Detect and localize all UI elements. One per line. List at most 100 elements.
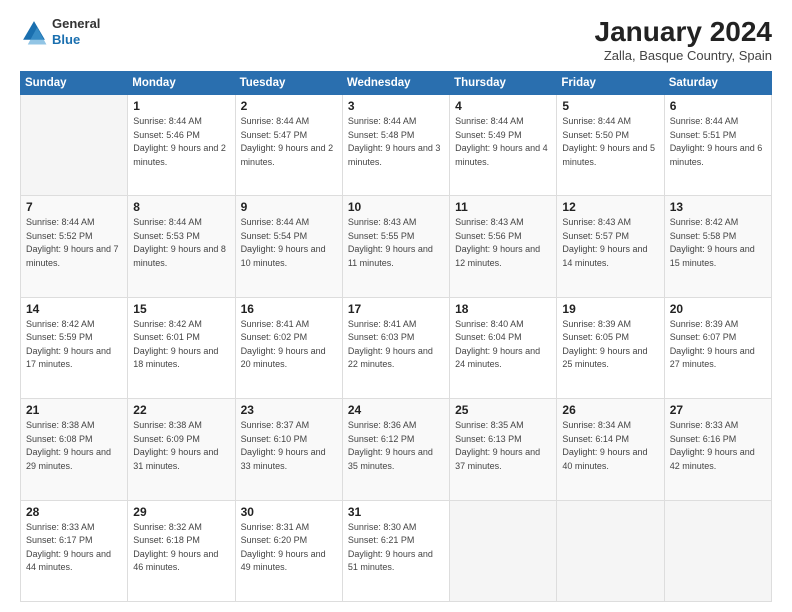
calendar-cell (450, 500, 557, 601)
day-number: 30 (241, 505, 337, 519)
day-number: 14 (26, 302, 122, 316)
day-detail: Sunrise: 8:41 AMSunset: 6:03 PMDaylight:… (348, 318, 444, 372)
day-number: 23 (241, 403, 337, 417)
day-detail: Sunrise: 8:36 AMSunset: 6:12 PMDaylight:… (348, 419, 444, 473)
day-number: 6 (670, 99, 766, 113)
calendar-cell: 14 Sunrise: 8:42 AMSunset: 5:59 PMDayligh… (21, 297, 128, 398)
calendar-header-cell: Friday (557, 72, 664, 95)
calendar-cell: 19 Sunrise: 8:39 AMSunset: 6:05 PMDayligh… (557, 297, 664, 398)
calendar-cell: 3 Sunrise: 8:44 AMSunset: 5:48 PMDaylight… (342, 95, 449, 196)
calendar-cell: 13Sunrise: 8:42 AMSunset: 5:58 PMDayligh… (664, 196, 771, 297)
calendar-cell: 24 Sunrise: 8:36 AMSunset: 6:12 PMDayligh… (342, 399, 449, 500)
day-detail: Sunrise: 8:42 AMSunset: 5:58 PMDaylight:… (670, 216, 766, 270)
logo-blue: Blue (52, 32, 100, 48)
day-detail: Sunrise: 8:39 AMSunset: 6:05 PMDaylight:… (562, 318, 658, 372)
calendar-cell: 17Sunrise: 8:41 AMSunset: 6:03 PMDayligh… (342, 297, 449, 398)
day-number: 5 (562, 99, 658, 113)
calendar-week-row: 28Sunrise: 8:33 AMSunset: 6:17 PMDayligh… (21, 500, 772, 601)
day-detail: Sunrise: 8:38 AMSunset: 6:09 PMDaylight:… (133, 419, 229, 473)
calendar-body: 1 Sunrise: 8:44 AMSunset: 5:46 PMDaylight… (21, 95, 772, 602)
calendar-cell: 1 Sunrise: 8:44 AMSunset: 5:46 PMDaylight… (128, 95, 235, 196)
day-number: 18 (455, 302, 551, 316)
calendar-cell: 10Sunrise: 8:43 AMSunset: 5:55 PMDayligh… (342, 196, 449, 297)
day-number: 8 (133, 200, 229, 214)
calendar-cell: 22 Sunrise: 8:38 AMSunset: 6:09 PMDayligh… (128, 399, 235, 500)
calendar-cell: 6 Sunrise: 8:44 AMSunset: 5:51 PMDaylight… (664, 95, 771, 196)
day-number: 29 (133, 505, 229, 519)
day-number: 4 (455, 99, 551, 113)
day-detail: Sunrise: 8:41 AMSunset: 6:02 PMDaylight:… (241, 318, 337, 372)
calendar-cell: 25 Sunrise: 8:35 AMSunset: 6:13 PMDayligh… (450, 399, 557, 500)
calendar-cell: 29Sunrise: 8:32 AMSunset: 6:18 PMDayligh… (128, 500, 235, 601)
day-detail: Sunrise: 8:34 AMSunset: 6:14 PMDaylight:… (562, 419, 658, 473)
calendar-cell: 4 Sunrise: 8:44 AMSunset: 5:49 PMDaylight… (450, 95, 557, 196)
day-detail: Sunrise: 8:44 AMSunset: 5:51 PMDaylight:… (670, 115, 766, 169)
day-detail: Sunrise: 8:43 AMSunset: 5:57 PMDaylight:… (562, 216, 658, 270)
calendar-header-row: SundayMondayTuesdayWednesdayThursdayFrid… (21, 72, 772, 95)
day-detail: Sunrise: 8:44 AMSunset: 5:52 PMDaylight:… (26, 216, 122, 270)
day-number: 22 (133, 403, 229, 417)
day-detail: Sunrise: 8:44 AMSunset: 5:49 PMDaylight:… (455, 115, 551, 169)
day-detail: Sunrise: 8:42 AMSunset: 5:59 PMDaylight:… (26, 318, 122, 372)
day-number: 2 (241, 99, 337, 113)
calendar-cell: 18 Sunrise: 8:40 AMSunset: 6:04 PMDayligh… (450, 297, 557, 398)
subtitle: Zalla, Basque Country, Spain (595, 48, 772, 63)
calendar-cell: 26 Sunrise: 8:34 AMSunset: 6:14 PMDayligh… (557, 399, 664, 500)
calendar-table: SundayMondayTuesdayWednesdayThursdayFrid… (20, 71, 772, 602)
calendar-header-cell: Sunday (21, 72, 128, 95)
logo-icon (20, 18, 48, 46)
day-number: 31 (348, 505, 444, 519)
calendar-cell: 20 Sunrise: 8:39 AMSunset: 6:07 PMDayligh… (664, 297, 771, 398)
day-number: 1 (133, 99, 229, 113)
main-title: January 2024 (595, 16, 772, 48)
day-number: 7 (26, 200, 122, 214)
calendar-cell: 12 Sunrise: 8:43 AMSunset: 5:57 PMDayligh… (557, 196, 664, 297)
day-detail: Sunrise: 8:31 AMSunset: 6:20 PMDaylight:… (241, 521, 337, 575)
day-number: 24 (348, 403, 444, 417)
day-detail: Sunrise: 8:39 AMSunset: 6:07 PMDaylight:… (670, 318, 766, 372)
calendar-week-row: 21Sunrise: 8:38 AMSunset: 6:08 PMDayligh… (21, 399, 772, 500)
calendar-cell: 23 Sunrise: 8:37 AMSunset: 6:10 PMDayligh… (235, 399, 342, 500)
calendar-header-cell: Saturday (664, 72, 771, 95)
calendar-cell: 7 Sunrise: 8:44 AMSunset: 5:52 PMDaylight… (21, 196, 128, 297)
calendar-week-row: 7 Sunrise: 8:44 AMSunset: 5:52 PMDaylight… (21, 196, 772, 297)
day-detail: Sunrise: 8:44 AMSunset: 5:47 PMDaylight:… (241, 115, 337, 169)
calendar-week-row: 14 Sunrise: 8:42 AMSunset: 5:59 PMDayligh… (21, 297, 772, 398)
day-detail: Sunrise: 8:42 AMSunset: 6:01 PMDaylight:… (133, 318, 229, 372)
calendar-header-cell: Wednesday (342, 72, 449, 95)
calendar-header-cell: Thursday (450, 72, 557, 95)
calendar-cell: 8Sunrise: 8:44 AMSunset: 5:53 PMDaylight… (128, 196, 235, 297)
day-detail: Sunrise: 8:37 AMSunset: 6:10 PMDaylight:… (241, 419, 337, 473)
day-number: 12 (562, 200, 658, 214)
day-number: 20 (670, 302, 766, 316)
calendar-cell: 31 Sunrise: 8:30 AMSunset: 6:21 PMDayligh… (342, 500, 449, 601)
day-number: 25 (455, 403, 551, 417)
day-detail: Sunrise: 8:44 AMSunset: 5:46 PMDaylight:… (133, 115, 229, 169)
calendar-cell: 9 Sunrise: 8:44 AMSunset: 5:54 PMDaylight… (235, 196, 342, 297)
day-detail: Sunrise: 8:35 AMSunset: 6:13 PMDaylight:… (455, 419, 551, 473)
day-detail: Sunrise: 8:30 AMSunset: 6:21 PMDaylight:… (348, 521, 444, 575)
day-number: 11 (455, 200, 551, 214)
day-number: 3 (348, 99, 444, 113)
calendar-header-cell: Monday (128, 72, 235, 95)
calendar-week-row: 1 Sunrise: 8:44 AMSunset: 5:46 PMDaylight… (21, 95, 772, 196)
logo-text: General Blue (52, 16, 100, 47)
calendar-cell (557, 500, 664, 601)
day-detail: Sunrise: 8:40 AMSunset: 6:04 PMDaylight:… (455, 318, 551, 372)
day-detail: Sunrise: 8:33 AMSunset: 6:16 PMDaylight:… (670, 419, 766, 473)
day-detail: Sunrise: 8:33 AMSunset: 6:17 PMDaylight:… (26, 521, 122, 575)
calendar-cell (664, 500, 771, 601)
calendar-cell (21, 95, 128, 196)
day-detail: Sunrise: 8:44 AMSunset: 5:48 PMDaylight:… (348, 115, 444, 169)
day-detail: Sunrise: 8:38 AMSunset: 6:08 PMDaylight:… (26, 419, 122, 473)
calendar-cell: 27Sunrise: 8:33 AMSunset: 6:16 PMDayligh… (664, 399, 771, 500)
day-detail: Sunrise: 8:43 AMSunset: 5:56 PMDaylight:… (455, 216, 551, 270)
day-detail: Sunrise: 8:43 AMSunset: 5:55 PMDaylight:… (348, 216, 444, 270)
day-detail: Sunrise: 8:44 AMSunset: 5:54 PMDaylight:… (241, 216, 337, 270)
day-number: 26 (562, 403, 658, 417)
calendar-cell: 11 Sunrise: 8:43 AMSunset: 5:56 PMDayligh… (450, 196, 557, 297)
logo: General Blue (20, 16, 100, 47)
calendar-header-cell: Tuesday (235, 72, 342, 95)
day-number: 9 (241, 200, 337, 214)
day-number: 19 (562, 302, 658, 316)
